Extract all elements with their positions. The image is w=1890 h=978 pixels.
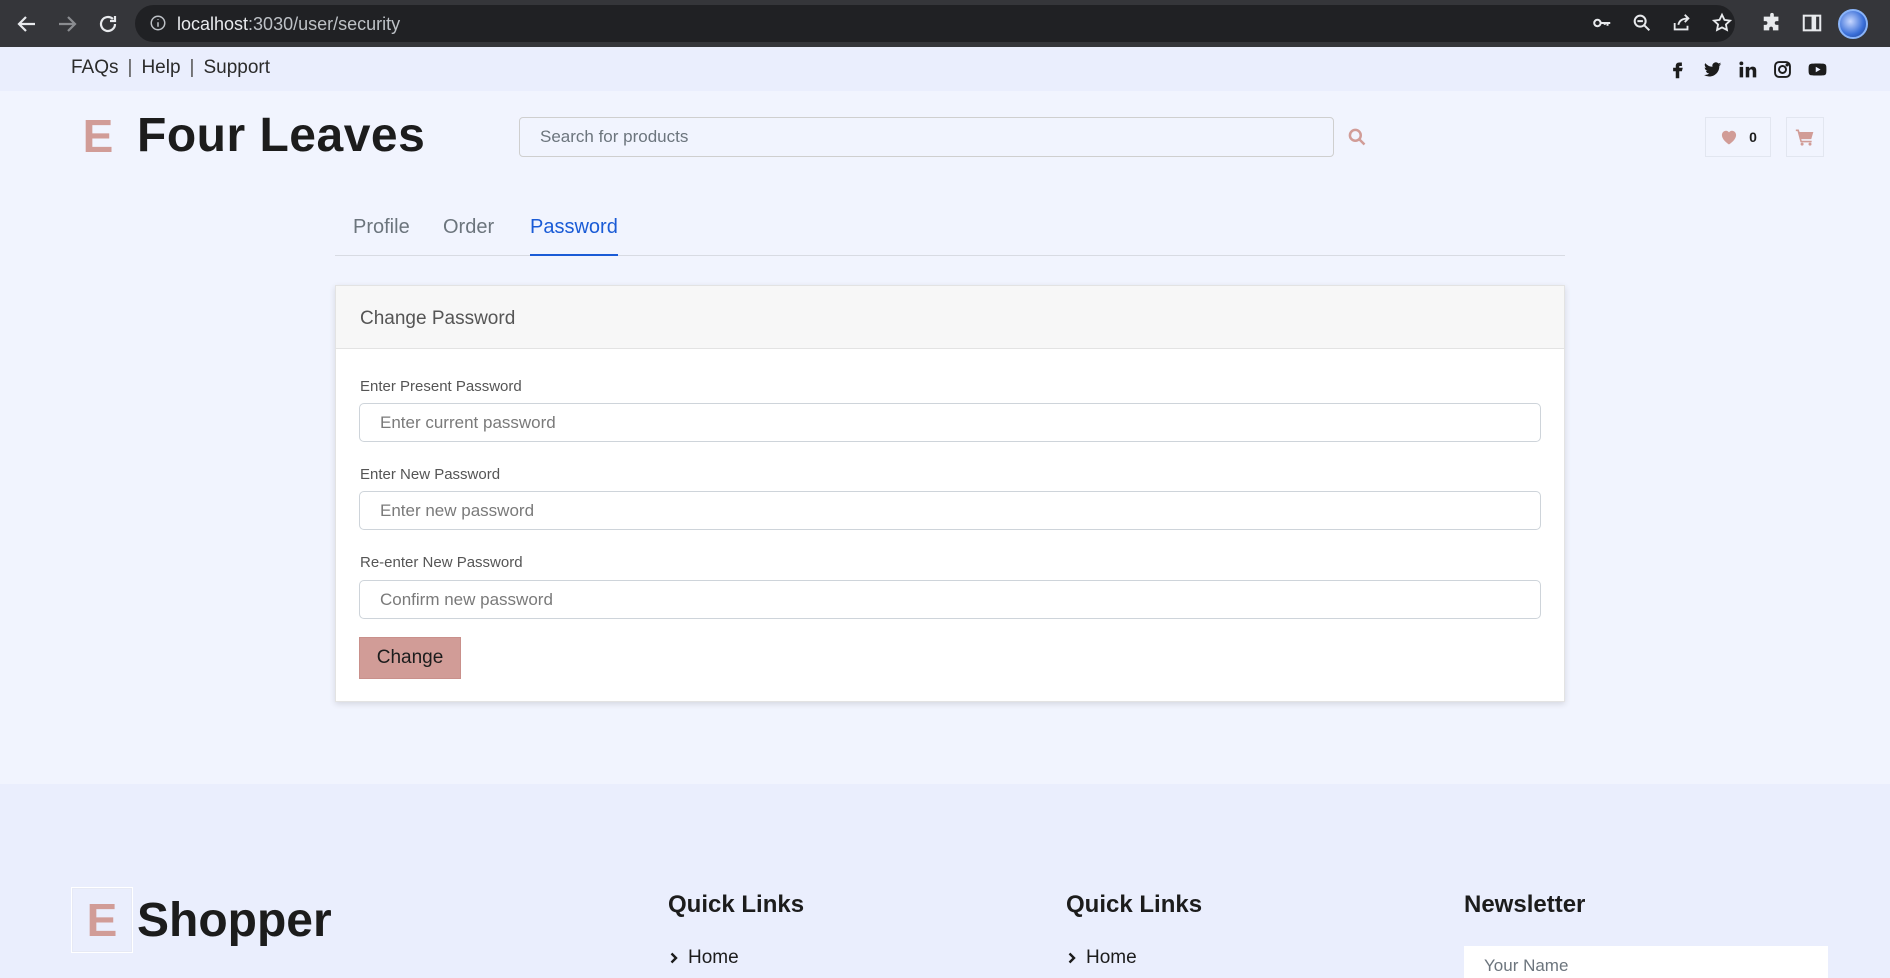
wishlist-count: 0 bbox=[1749, 129, 1757, 145]
zoom-icon[interactable] bbox=[1631, 12, 1653, 36]
linkedin-icon[interactable] bbox=[1737, 59, 1758, 80]
social-links bbox=[1667, 59, 1828, 80]
confirm-password-field[interactable] bbox=[359, 580, 1541, 619]
footer-logo-name: Shopper bbox=[137, 893, 332, 947]
faqs-link[interactable]: FAQs bbox=[71, 57, 119, 79]
change-password-card: Change Password Enter Present Password E… bbox=[335, 285, 1565, 702]
chevron-right-icon bbox=[1066, 952, 1078, 964]
footer-logo-mark: E bbox=[71, 887, 133, 953]
newsletter-title: Newsletter bbox=[1464, 891, 1586, 918]
support-link[interactable]: Support bbox=[203, 57, 270, 79]
search-input[interactable] bbox=[519, 117, 1334, 157]
footer-link-label: Home bbox=[688, 947, 739, 968]
side-panel-icon[interactable] bbox=[1801, 12, 1823, 36]
new-password-label: Enter New Password bbox=[360, 466, 501, 483]
browser-toolbar: localhost:3030/user/security bbox=[0, 0, 1890, 47]
tab-order[interactable]: Order bbox=[443, 216, 494, 256]
separator: | bbox=[189, 57, 195, 78]
new-password-field[interactable] bbox=[359, 491, 1541, 530]
chevron-right-icon bbox=[668, 952, 680, 964]
extensions-icon[interactable] bbox=[1761, 12, 1783, 36]
share-icon[interactable] bbox=[1671, 12, 1693, 36]
newsletter-name-input[interactable] bbox=[1464, 946, 1828, 978]
bookmark-star-icon[interactable] bbox=[1711, 12, 1733, 36]
cart-icon bbox=[1795, 127, 1815, 147]
logo-name: Four Leaves bbox=[137, 109, 426, 162]
quick-links-title: Quick Links bbox=[668, 891, 805, 918]
search-icon[interactable] bbox=[1337, 117, 1377, 157]
youtube-icon[interactable] bbox=[1807, 59, 1828, 80]
footer-logo[interactable]: E Shopper bbox=[71, 887, 332, 953]
cart-button[interactable] bbox=[1786, 117, 1824, 157]
change-button[interactable]: Change bbox=[359, 637, 461, 679]
address-bar[interactable]: localhost:3030/user/security bbox=[135, 5, 1735, 42]
tab-password[interactable]: Password bbox=[530, 216, 618, 256]
footer-link-label: Home bbox=[1086, 947, 1137, 968]
key-icon[interactable] bbox=[1591, 12, 1613, 36]
help-link[interactable]: Help bbox=[141, 57, 180, 79]
footer: E Shopper Quick Links Home Quick Links H… bbox=[0, 784, 1890, 978]
profile-avatar[interactable] bbox=[1838, 9, 1868, 39]
reload-icon[interactable] bbox=[96, 12, 120, 36]
card-title: Change Password bbox=[336, 286, 1564, 349]
instagram-icon[interactable] bbox=[1772, 59, 1793, 80]
twitter-icon[interactable] bbox=[1702, 59, 1723, 80]
top-bar: FAQs | Help | Support bbox=[0, 47, 1890, 91]
site-logo[interactable]: E Four Leaves bbox=[73, 108, 425, 163]
wishlist-button[interactable]: 0 bbox=[1705, 117, 1771, 157]
present-password-field[interactable] bbox=[359, 403, 1541, 442]
url-text[interactable]: localhost:3030/user/security bbox=[177, 14, 400, 35]
tab-profile[interactable]: Profile bbox=[353, 216, 410, 256]
back-icon[interactable] bbox=[15, 12, 39, 36]
account-tabs: Profile Order Password bbox=[335, 216, 1565, 256]
separator: | bbox=[127, 57, 133, 78]
heart-icon bbox=[1719, 127, 1739, 147]
confirm-password-label: Re-enter New Password bbox=[360, 554, 523, 571]
top-links: FAQs | Help | Support bbox=[71, 57, 270, 79]
forward-icon[interactable] bbox=[55, 12, 79, 36]
quick-links-title: Quick Links bbox=[1066, 891, 1203, 918]
present-password-label: Enter Present Password bbox=[360, 378, 522, 395]
footer-link-home[interactable]: Home bbox=[668, 947, 739, 969]
facebook-icon[interactable] bbox=[1667, 59, 1688, 80]
site-info-icon[interactable] bbox=[149, 14, 167, 32]
footer-link-home[interactable]: Home bbox=[1066, 947, 1137, 969]
logo-mark: E bbox=[82, 109, 114, 162]
